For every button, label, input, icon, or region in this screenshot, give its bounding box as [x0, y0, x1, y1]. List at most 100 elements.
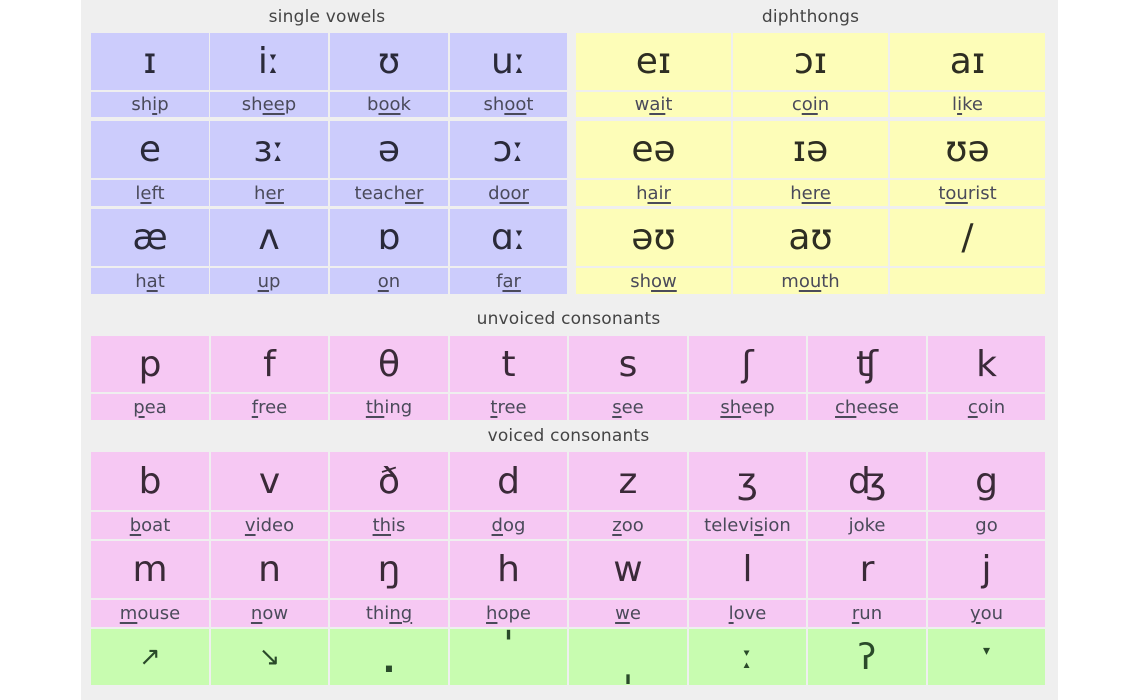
example-word-cell[interactable]: book: [330, 92, 448, 117]
vowel-symbol-cell[interactable]: ɜː: [210, 121, 328, 178]
intonation-cell-syllable-break[interactable]: .: [330, 629, 448, 685]
vowel-symbol-cell[interactable]: e: [91, 121, 209, 178]
intonation-cell-rising-arrow[interactable]: ↗: [91, 629, 209, 685]
example-word-cell[interactable]: hope: [450, 600, 567, 627]
vowel-symbol-cell[interactable]: iː: [210, 33, 328, 90]
vowel-symbol-cell[interactable]: ɪ: [91, 33, 209, 90]
example-word-cell[interactable]: you: [928, 600, 1045, 627]
voiced-consonant-cell[interactable]: ŋ: [330, 541, 448, 598]
diphthong-symbol-cell[interactable]: ɔɪ: [733, 33, 888, 90]
example-word-cell[interactable]: go: [928, 512, 1045, 539]
voiced-consonant-cell[interactable]: h: [450, 541, 567, 598]
vowel-symbol-cell[interactable]: uː: [450, 33, 567, 90]
example-word-cell[interactable]: video: [211, 512, 328, 539]
example-word-cell[interactable]: far: [450, 268, 567, 294]
example-word-cell[interactable]: shoot: [450, 92, 567, 117]
example-word-cell[interactable]: hair: [576, 180, 731, 206]
example-word-cell[interactable]: teacher: [330, 180, 448, 206]
unvoiced-consonant-cell[interactable]: ʧ: [808, 336, 926, 392]
example-word-cell[interactable]: dog: [450, 512, 567, 539]
unvoiced-consonant-cell[interactable]: ʃ: [689, 336, 806, 392]
unvoiced-consonant-cell[interactable]: f: [211, 336, 328, 392]
example-word-cell[interactable]: door: [450, 180, 567, 206]
diphthong-symbol-cell[interactable]: aʊ: [733, 209, 888, 266]
voiced-consonant-cell[interactable]: n: [211, 541, 328, 598]
example-word-cell[interactable]: boat: [91, 512, 209, 539]
example-word-cell[interactable]: wait: [576, 92, 731, 117]
diphthong-symbol-cell[interactable]: eɪ: [576, 33, 731, 90]
diphthong-symbol-cell[interactable]: ɪə: [733, 121, 888, 178]
voiced-consonant-cell[interactable]: ʤ: [808, 452, 926, 510]
vowel-symbol-cell[interactable]: ə: [330, 121, 448, 178]
example-word-cell[interactable]: her: [210, 180, 328, 206]
voiced-consonant-cell[interactable]: z: [569, 452, 687, 510]
unvoiced-consonant-cell[interactable]: t: [450, 336, 567, 392]
example-word-cell[interactable]: ship: [91, 92, 209, 117]
example-word-cell[interactable]: love: [689, 600, 806, 627]
intonation-cell-linking-mark[interactable]: ▾: [928, 629, 1045, 685]
intonation-cell-secondary-stress[interactable]: ˌ: [569, 629, 687, 690]
unvoiced-consonant-cell[interactable]: p: [91, 336, 209, 392]
example-word-cell[interactable]: [890, 268, 1045, 294]
vowel-symbol-cell[interactable]: ɑː: [450, 209, 567, 266]
example-word-cell[interactable]: television: [689, 512, 806, 539]
example-word-cell[interactable]: free: [211, 394, 328, 420]
intonation-cell-length-mark[interactable]: ː: [689, 629, 806, 685]
example-word-cell[interactable]: this: [330, 512, 448, 539]
unvoiced-consonant-cell[interactable]: k: [928, 336, 1045, 392]
example-word-cell[interactable]: mouse: [91, 600, 209, 627]
voiced-consonant-cell[interactable]: l: [689, 541, 806, 598]
example-word-cell[interactable]: show: [576, 268, 731, 294]
voiced-consonant-cell[interactable]: ʒ: [689, 452, 806, 510]
vowel-symbol-cell[interactable]: ʊ: [330, 33, 448, 90]
vowel-symbol-cell[interactable]: æ: [91, 209, 209, 266]
example-word-cell[interactable]: thing: [330, 600, 448, 627]
example-word-cell[interactable]: mouth: [733, 268, 888, 294]
example-word-cell[interactable]: run: [808, 600, 926, 627]
example-word-cell[interactable]: see: [569, 394, 687, 420]
example-word-cell[interactable]: pea: [91, 394, 209, 420]
example-word: shoot: [484, 94, 534, 115]
voiced-consonant-cell[interactable]: b: [91, 452, 209, 510]
example-word-cell[interactable]: here: [733, 180, 888, 206]
intonation-cell-falling-arrow[interactable]: ↘: [211, 629, 328, 685]
example-word-cell[interactable]: zoo: [569, 512, 687, 539]
unvoiced-consonant-cell[interactable]: θ: [330, 336, 448, 392]
vowel-symbol-cell[interactable]: ɔː: [450, 121, 567, 178]
diphthong-symbol-cell[interactable]: əʊ: [576, 209, 731, 266]
voiced-consonant-cell[interactable]: j: [928, 541, 1045, 598]
unvoiced-consonant-cell[interactable]: s: [569, 336, 687, 392]
voiced-consonant-cell[interactable]: m: [91, 541, 209, 598]
example-word-cell[interactable]: cheese: [808, 394, 926, 420]
example-word-cell[interactable]: like: [890, 92, 1045, 117]
example-word-cell[interactable]: we: [569, 600, 687, 627]
voiced-consonant-cell[interactable]: w: [569, 541, 687, 598]
example-word-cell[interactable]: now: [211, 600, 328, 627]
voiced-consonant-cell[interactable]: v: [211, 452, 328, 510]
example-word-cell[interactable]: joke: [808, 512, 926, 539]
example-word-cell[interactable]: coin: [928, 394, 1045, 420]
example-word-cell[interactable]: sheep: [210, 92, 328, 117]
example-word-cell[interactable]: hat: [91, 268, 209, 294]
diphthong-symbol-cell[interactable]: ʊə: [890, 121, 1045, 178]
diphthong-symbol-cell[interactable]: eə: [576, 121, 731, 178]
vowel-symbol-cell[interactable]: ɒ: [330, 209, 448, 266]
example-word-cell[interactable]: left: [91, 180, 209, 206]
example-word-cell[interactable]: tree: [450, 394, 567, 420]
diphthong-symbol-cell[interactable]: aɪ: [890, 33, 1045, 90]
voiced-consonant-cell[interactable]: r: [808, 541, 926, 598]
voiced-consonant-cell[interactable]: ð: [330, 452, 448, 510]
example-word-cell[interactable]: tourist: [890, 180, 1045, 206]
example-word-cell[interactable]: up: [210, 268, 328, 294]
example-word-cell[interactable]: sheep: [689, 394, 806, 420]
diphthong-symbol-cell[interactable]: /: [890, 209, 1045, 266]
example-word-cell[interactable]: coin: [733, 92, 888, 117]
intonation-cell-primary-stress[interactable]: ˈ: [450, 625, 567, 685]
voiced-consonant-cell[interactable]: g: [928, 452, 1045, 510]
phonetic-symbol: iː: [257, 41, 281, 82]
vowel-symbol-cell[interactable]: ʌ: [210, 209, 328, 266]
example-word-cell[interactable]: thing: [330, 394, 448, 420]
intonation-cell-glottal-stop[interactable]: ʔ: [808, 629, 926, 685]
voiced-consonant-cell[interactable]: d: [450, 452, 567, 510]
example-word-cell[interactable]: on: [330, 268, 448, 294]
